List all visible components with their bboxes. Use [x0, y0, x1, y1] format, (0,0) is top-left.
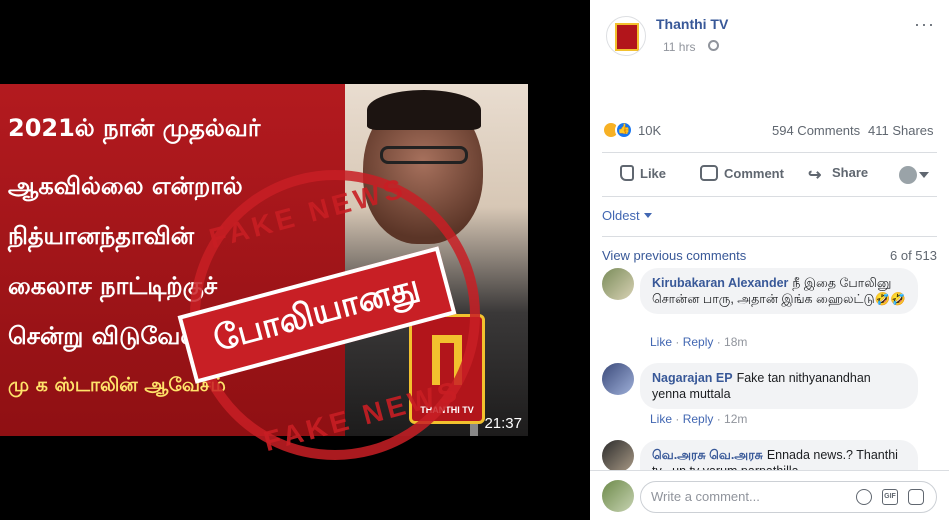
- like-reaction-icon: 👍: [615, 121, 633, 139]
- comment-icon: [700, 165, 718, 181]
- comments-count[interactable]: 594 Comments: [772, 123, 860, 138]
- audience-avatar[interactable]: [899, 166, 917, 184]
- globe-icon: [708, 40, 719, 51]
- comment-like-link[interactable]: Like: [650, 335, 672, 349]
- share-button[interactable]: ↪ Share: [808, 165, 869, 184]
- avatar[interactable]: [602, 363, 634, 395]
- comment-item: வெ.அரசு வெ.அரசுEnnada news.? Thanthi tv …: [602, 440, 937, 470]
- comment-bubble: வெ.அரசு வெ.அரசுEnnada news.? Thanthi tv …: [640, 440, 918, 470]
- video-text-line-2: ஆகவில்லை என்றால்: [8, 172, 243, 200]
- commenter-name[interactable]: Kirubakaran Alexander: [652, 276, 788, 290]
- divider: [602, 152, 937, 153]
- post-side-panel: Thanthi TV 11 hrs ··· 👍 10K 594 Comments…: [590, 0, 949, 520]
- comment-page-count: 6 of 513: [890, 248, 937, 263]
- comment-button[interactable]: Comment: [700, 165, 784, 181]
- comment-meta: Like · Reply · 18m: [650, 335, 748, 349]
- commenter-name[interactable]: Nagarajan EP: [652, 371, 733, 385]
- comment-bubble: Nagarajan EP Fake tan nithyanandhan yenna…: [640, 363, 918, 409]
- divider: [602, 236, 937, 237]
- chevron-down-icon[interactable]: [919, 172, 929, 178]
- write-comment-bar: Write a comment... GIF: [590, 470, 949, 520]
- avatar[interactable]: [602, 480, 634, 512]
- more-options-button[interactable]: ···: [914, 14, 935, 35]
- media-panel: 2021ல் நான் முதல்வர் ஆகவில்லை என்றால் நி…: [0, 0, 590, 520]
- view-previous-comments-link[interactable]: View previous comments: [602, 248, 746, 263]
- divider: [602, 196, 937, 197]
- avatar[interactable]: [602, 440, 634, 470]
- video-text-line-4: கைலாச நாட்டிற்குச்: [8, 272, 218, 300]
- comment-like-link[interactable]: Like: [650, 412, 672, 426]
- comment-time[interactable]: 18m: [724, 335, 747, 349]
- like-icon: [620, 165, 634, 181]
- comment-reply-link[interactable]: Reply: [683, 412, 714, 426]
- page-avatar[interactable]: [606, 16, 646, 56]
- share-icon: ↪: [808, 167, 822, 184]
- reactions-count[interactable]: 10K: [638, 123, 661, 138]
- share-label: Share: [832, 165, 869, 180]
- page-name-link[interactable]: Thanthi TV: [656, 16, 728, 32]
- avatar[interactable]: [602, 268, 634, 300]
- video-duration: 21:37: [484, 415, 522, 432]
- comment-sort-dropdown[interactable]: Oldest: [602, 208, 652, 223]
- comment-bubble: Kirubakaran Alexander நீ இதை போலினு சொன்ன…: [640, 268, 918, 314]
- sort-label: Oldest: [602, 208, 640, 223]
- comment-label: Comment: [724, 166, 784, 181]
- speaker-glasses: [380, 146, 468, 164]
- video-text-line-5: சென்று விடுவேன்: [8, 322, 204, 350]
- emoji-icon[interactable]: [856, 489, 872, 505]
- caret-down-icon: [643, 213, 652, 218]
- gif-icon[interactable]: GIF: [882, 489, 898, 505]
- speaker-hair: [367, 90, 481, 130]
- comment-meta: Like · Reply · 12m: [650, 412, 748, 426]
- video-text-line-1: 2021ல் நான் முதல்வர்: [8, 114, 261, 142]
- shares-count[interactable]: 411 Shares: [868, 123, 934, 138]
- video-text-line-3: நித்யானந்தாவின்: [8, 222, 195, 250]
- facebook-photo-viewer: 2021ல் நான் முதல்வர் ஆகவில்லை என்றால் நி…: [0, 0, 949, 520]
- post-timestamp[interactable]: 11 hrs: [663, 40, 695, 54]
- commenter-name[interactable]: வெ.அரசு வெ.அரசு: [652, 448, 763, 462]
- sticker-icon[interactable]: [908, 489, 924, 505]
- post-actions: Like Comment ↪ Share: [602, 158, 937, 192]
- like-label: Like: [640, 166, 667, 181]
- comment-reply-link[interactable]: Reply: [683, 335, 714, 349]
- like-button[interactable]: Like: [620, 165, 666, 181]
- page-logo-icon: [615, 23, 639, 51]
- comment-time[interactable]: 12m: [724, 412, 747, 426]
- post-stats: 👍 10K 594 Comments 411 Shares: [602, 120, 937, 142]
